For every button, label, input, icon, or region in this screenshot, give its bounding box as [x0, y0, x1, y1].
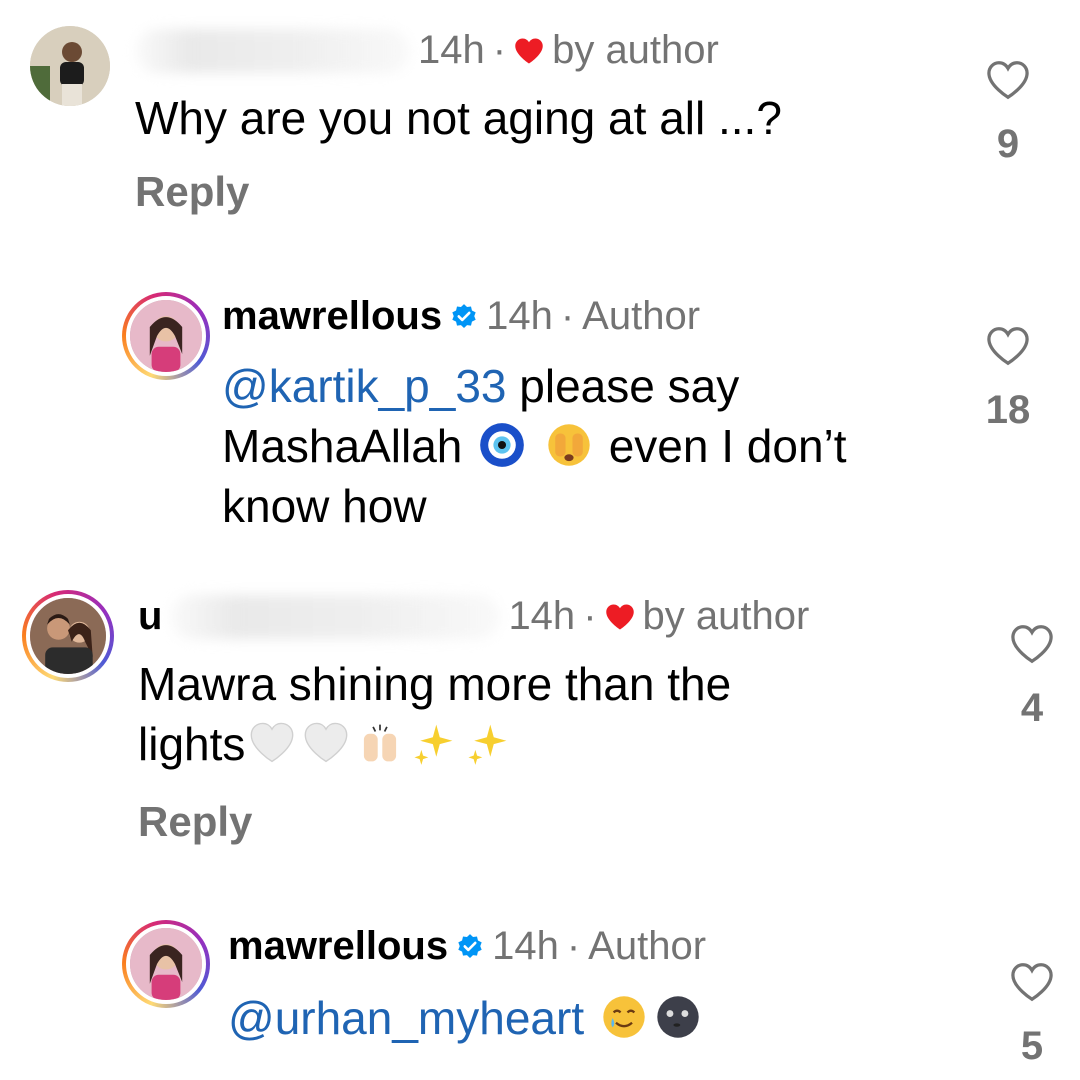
- comment-time: 14h: [418, 28, 485, 72]
- author-badge: Author: [588, 924, 707, 968]
- comment-time: 14h: [486, 294, 553, 338]
- blurred-username: [135, 28, 410, 73]
- comment-item: 14h · by author Why are you not aging at…: [0, 0, 1080, 260]
- verified-badge-icon: [452, 303, 476, 328]
- reply-comment-item: mawrellous 14h · Author @kartik_p_33 ple…: [0, 280, 1080, 560]
- by-author-badge: by author: [642, 594, 810, 638]
- separator-dot: ·: [566, 924, 581, 968]
- comment-text: Mawra shining more than the lights: [138, 654, 731, 774]
- like-control[interactable]: 5: [1002, 962, 1062, 1069]
- avatar[interactable]: [122, 292, 210, 380]
- separator-dot: ·: [560, 294, 575, 338]
- comment-meta: mawrellous 14h · Author: [228, 924, 706, 969]
- comment-text-part: lights: [138, 718, 246, 770]
- like-control[interactable]: 4: [1002, 624, 1062, 731]
- heart-outline-icon[interactable]: [1010, 962, 1054, 1002]
- like-control[interactable]: 9: [978, 60, 1038, 167]
- comment-text: @kartik_p_33 please say MashaAllah even …: [222, 356, 847, 536]
- sparkles-emoji: [414, 724, 453, 765]
- sparkles-emoji: [468, 724, 507, 765]
- blurred-username: [170, 594, 501, 639]
- liked-by-author-heart-icon: [605, 604, 634, 629]
- comment-text-part: even I don’t: [608, 420, 847, 472]
- comment-meta: mawrellous 14h · Author: [222, 294, 700, 339]
- comment-time: 14h: [492, 924, 559, 968]
- comment-text-part: know how: [222, 480, 427, 532]
- face-peeking-emoji: [548, 424, 590, 466]
- username[interactable]: mawrellous: [228, 924, 448, 969]
- comment-text: @urhan_myheart: [228, 988, 705, 1048]
- comment-meta: 14h · by author: [135, 28, 719, 73]
- username[interactable]: u: [138, 594, 162, 639]
- white-heart-emoji: [251, 722, 294, 763]
- comment-text: Why are you not aging at all ...?: [135, 92, 782, 144]
- like-count: 18: [985, 388, 1031, 432]
- white-heart-emoji: [305, 722, 348, 763]
- new-moon-face-emoji: [657, 996, 699, 1038]
- like-count: 9: [996, 122, 1020, 166]
- comment-meta: u 14h · by author: [138, 594, 809, 639]
- like-control[interactable]: 18: [978, 326, 1038, 433]
- liked-by-author-heart-icon: [515, 38, 543, 63]
- nazar-amulet-emoji: [480, 423, 524, 467]
- author-badge: Author: [582, 294, 701, 338]
- avatar[interactable]: [30, 26, 110, 106]
- like-count: 5: [1020, 1024, 1044, 1068]
- avatar[interactable]: [122, 920, 210, 1008]
- comment-time: 14h: [508, 594, 576, 638]
- reply-button[interactable]: Reply: [135, 168, 249, 216]
- separator-dot: ·: [492, 28, 507, 72]
- heart-outline-icon[interactable]: [986, 326, 1030, 366]
- separator-dot: ·: [583, 594, 597, 638]
- reply-button[interactable]: Reply: [138, 798, 252, 846]
- like-count: 4: [1020, 686, 1044, 730]
- avatar[interactable]: [22, 590, 114, 682]
- reply-comment-item: mawrellous 14h · Author @urhan_myheart 5: [0, 910, 1080, 1080]
- raising-hands-emoji: [364, 724, 397, 762]
- comment-item: u 14h · by author Mawra shining more tha…: [0, 580, 1080, 880]
- heart-outline-icon[interactable]: [1010, 624, 1054, 664]
- by-author-badge: by author: [552, 28, 719, 72]
- heart-outline-icon[interactable]: [986, 60, 1030, 100]
- verified-badge-icon: [458, 933, 482, 958]
- smiling-face-with-tear-emoji: [603, 996, 645, 1038]
- mention-link[interactable]: @urhan_myheart: [228, 992, 584, 1044]
- username[interactable]: mawrellous: [222, 294, 442, 339]
- comment-text-part: MashaAllah: [222, 420, 463, 472]
- mention-link[interactable]: @kartik_p_33: [222, 360, 507, 412]
- comment-text-part: please say: [506, 360, 740, 412]
- comment-text-part: Mawra shining more than the: [138, 658, 732, 710]
